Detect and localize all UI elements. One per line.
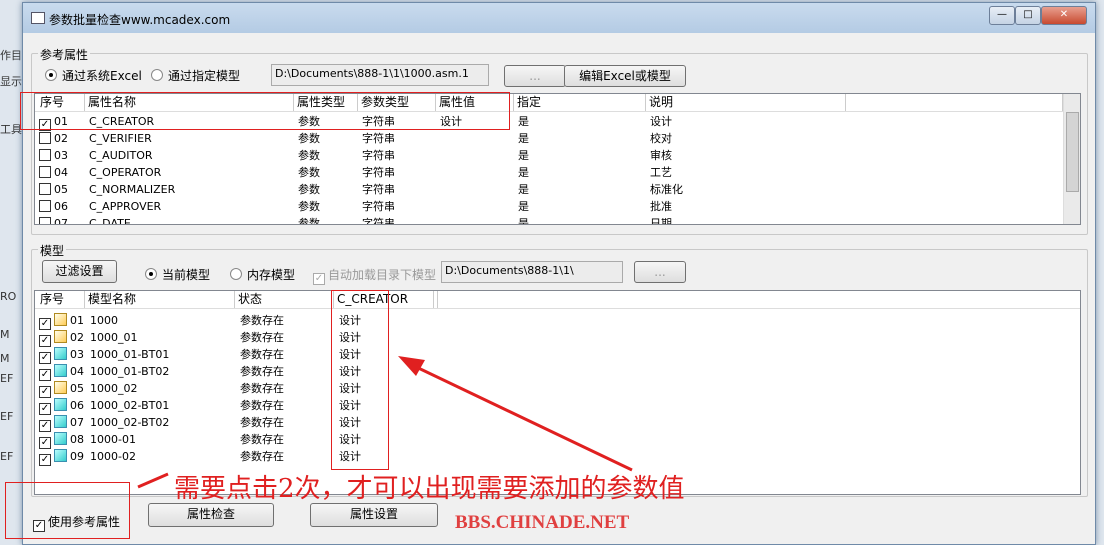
annotation-text: 需要点击2次，才可以出现需要添加的参数值 [174,474,685,504]
arrow-line [137,472,169,489]
annotation-arrows [137,356,633,489]
arrow-line [411,363,633,472]
watermark: BBS.CHINADE.NET [455,512,630,533]
arrowhead-icon [398,356,425,376]
